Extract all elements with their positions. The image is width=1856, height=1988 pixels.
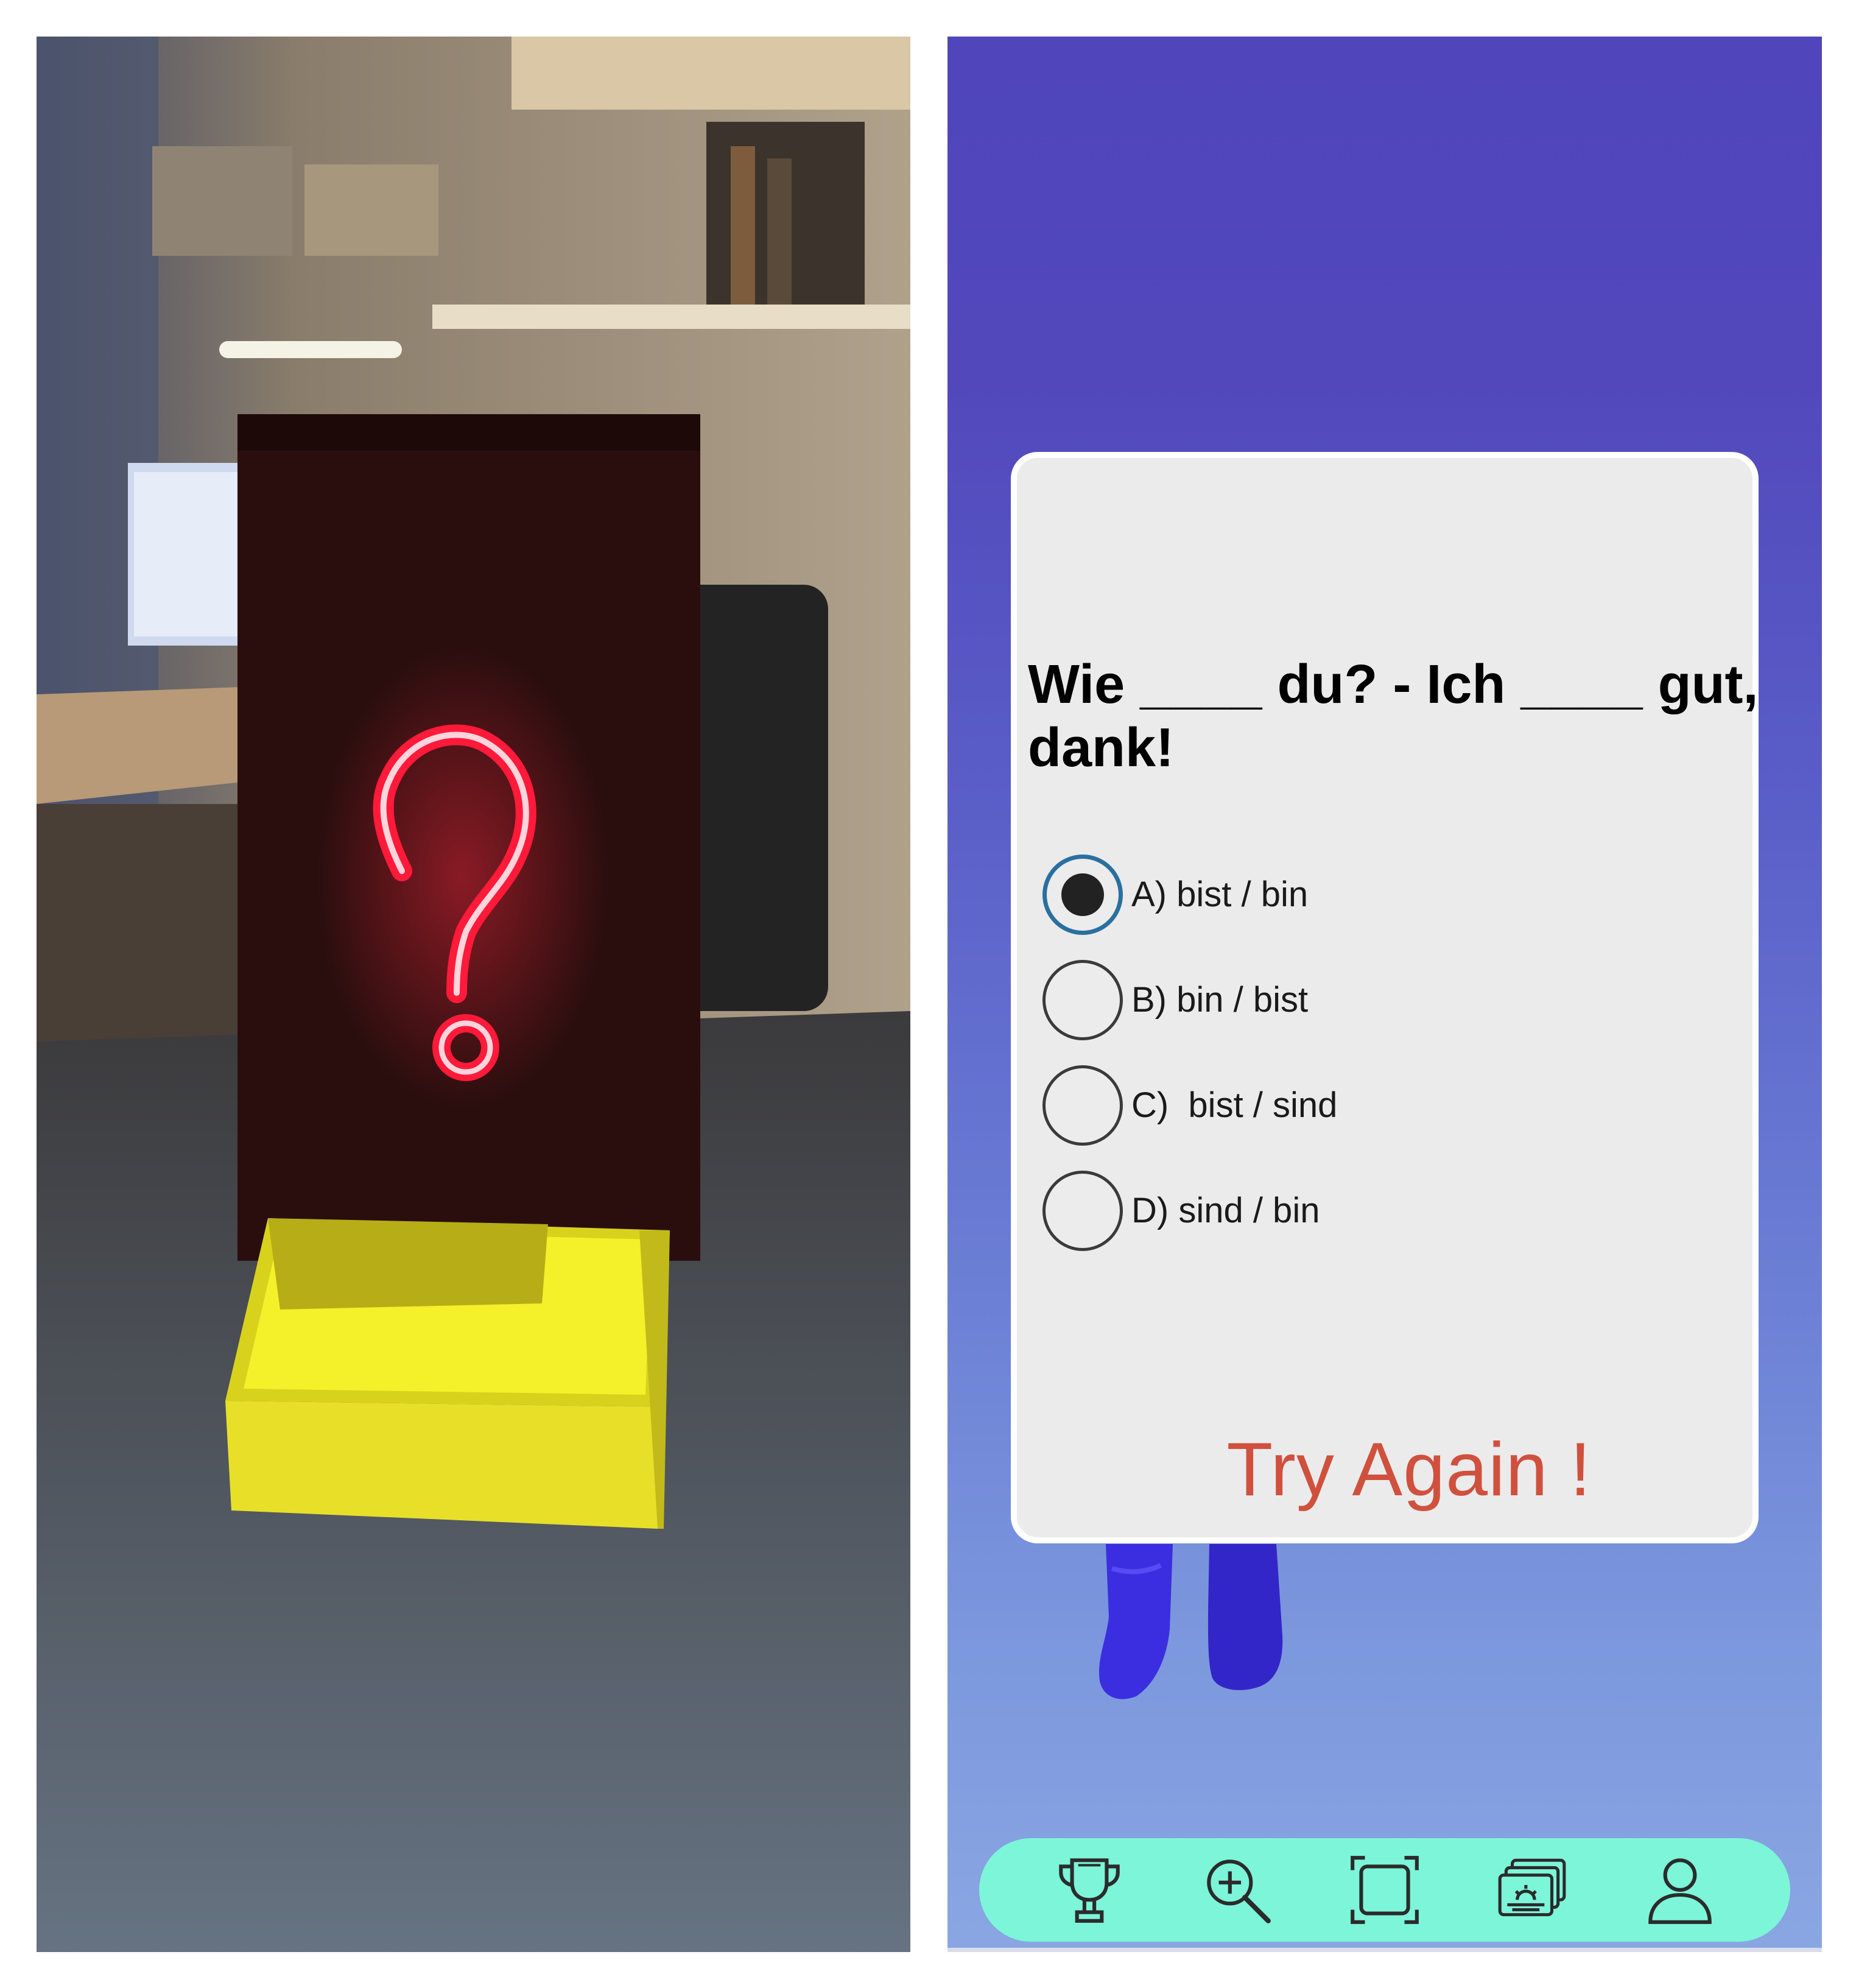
option-b-label: B) bin / bist [1131,980,1309,1020]
quiz-app-screen: Wie ____ du? - Ich ____ gut, dank! A) bi… [947,37,1822,1952]
zoom-in-icon [1206,1859,1271,1923]
ar-camera-view [37,37,910,1952]
bottom-edge [947,1948,1822,1952]
radio-button-d[interactable] [1042,1170,1123,1251]
nav-scan[interactable] [1339,1844,1430,1936]
nav-gallery[interactable] [1486,1844,1578,1936]
ar-scene [37,37,910,1952]
option-d-label: D) sind / bin [1131,1191,1320,1230]
radio-button-a[interactable] [1042,854,1123,935]
question-text: Wie ____ du? - Ich ____ gut, dank! [1028,654,1759,778]
trophy-icon [1059,1858,1120,1923]
radio-button-b[interactable] [1042,959,1123,1040]
feedback-message: Try Again ! [1226,1428,1592,1512]
radio-button-c[interactable] [1042,1065,1123,1146]
option-c-label: C) bist / sind [1131,1085,1338,1125]
option-c[interactable]: C) bist / sind [1042,1052,1743,1158]
nav-zoom[interactable] [1192,1844,1283,1936]
option-a-label: A) bist / bin [1131,875,1309,914]
quiz-card: Wie ____ du? - Ich ____ gut, dank! A) bi… [1011,452,1759,1543]
answer-options: A) bist / bin B) bin / bist C) bist / si… [1042,842,1743,1263]
profile-icon [1648,1858,1712,1924]
nav-profile[interactable] [1634,1844,1726,1936]
option-d[interactable]: D) sind / bin [1042,1158,1743,1263]
nav-trophy[interactable] [1044,1844,1135,1936]
gallery-icon [1499,1858,1566,1917]
bottom-navigation [979,1838,1790,1942]
scan-frame-icon [1351,1856,1419,1924]
radio-dot [1061,873,1104,916]
option-b[interactable]: B) bin / bist [1042,947,1743,1052]
option-a[interactable]: A) bist / bin [1042,842,1743,947]
mascot-figure [1094,1544,1301,1705]
